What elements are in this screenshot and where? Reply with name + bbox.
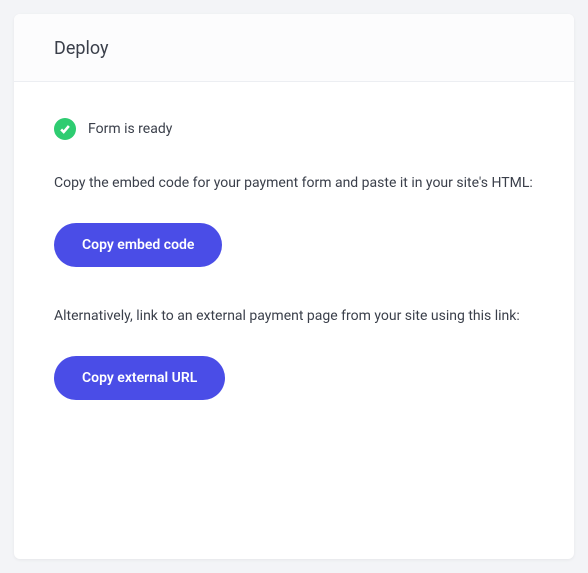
status-row: Form is ready	[54, 118, 534, 140]
external-description: Alternatively, link to an external payme…	[54, 305, 534, 328]
embed-description: Copy the embed code for your payment for…	[54, 172, 534, 195]
card-body: Form is ready Copy the embed code for yo…	[14, 82, 574, 428]
check-icon	[54, 118, 76, 140]
card-header: Deploy	[14, 14, 574, 82]
deploy-card: Deploy Form is ready Copy the embed code…	[14, 14, 574, 559]
status-label: Form is ready	[88, 121, 172, 137]
copy-embed-button[interactable]: Copy embed code	[54, 223, 222, 267]
page-title: Deploy	[54, 38, 534, 59]
copy-external-url-button[interactable]: Copy external URL	[54, 356, 225, 400]
